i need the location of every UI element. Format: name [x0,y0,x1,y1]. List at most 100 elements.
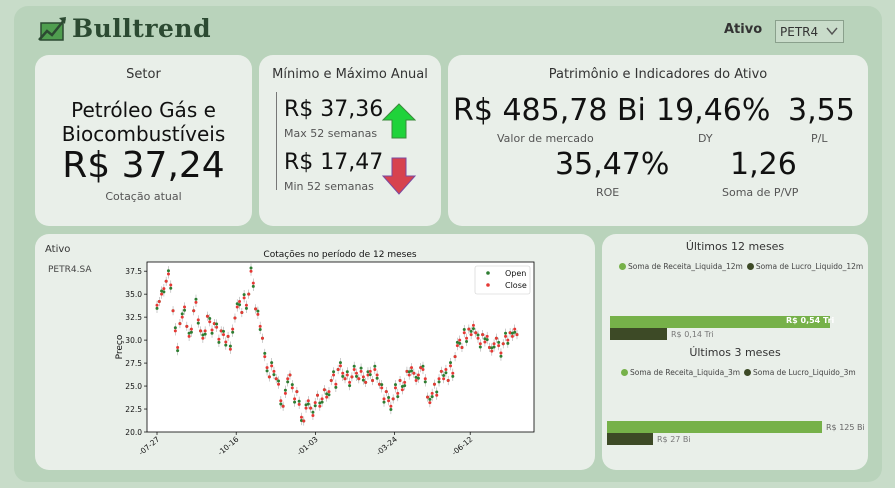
y-tick-label: 30.0 [125,336,142,345]
ultimos12-legend: Soma de Receita_Liquida_12m Soma de Lucr… [619,262,863,271]
open-point [416,376,420,380]
open-point [290,383,294,387]
close-point [316,393,320,397]
close-point [297,402,301,406]
close-point [226,334,230,338]
y-tick-label: 32.5 [125,313,142,322]
open-point [293,400,297,404]
open-point [327,393,331,397]
close-point [442,377,446,381]
open-point [183,308,187,312]
close-point [513,327,517,331]
close-point [483,340,487,344]
close-point [258,324,262,328]
close-point [458,338,462,342]
open-point [435,390,439,394]
open-point [465,339,469,343]
close-point [325,395,329,399]
close-point [439,369,443,373]
close-point [169,283,173,287]
min-52-value: R$ 17,47 [284,150,384,175]
close-point [176,345,180,349]
dy-label: DY [698,132,713,145]
close-point [173,329,177,333]
close-point [428,401,432,405]
close-point [364,380,368,384]
close-point [286,377,290,381]
receita-3m-bar[interactable] [607,421,822,433]
y-tick-label: 25.0 [125,382,142,391]
close-point [180,315,184,319]
lucro-12m-bar[interactable] [610,328,668,340]
close-point [242,296,246,300]
close-point [263,355,267,359]
open-point [166,269,170,273]
open-point [306,402,310,406]
legend-lucro-12m: Soma de Lucro_Liquido_12m [755,262,864,271]
close-point [478,342,482,346]
open-point [313,404,317,408]
open-point [389,407,393,411]
open-point [478,345,482,349]
open-point [217,340,221,344]
close-point [311,413,315,417]
open-point [334,385,338,389]
close-point [304,406,308,410]
open-point [430,395,434,399]
open-point [423,380,427,384]
close-point [497,344,501,348]
close-point [416,373,420,377]
close-point [199,329,203,333]
ativo-dropdown[interactable]: PETR4 [775,20,844,43]
close-point [373,368,377,372]
y-tick-label: 37.5 [125,267,142,276]
legend-receita-dot [619,263,626,270]
open-point [354,374,358,378]
sector-name-line2: Biocombustíveis [61,122,226,146]
lucro-3m-value: R$ 27 Bi [657,435,691,444]
open-point [442,373,446,377]
open-point [352,364,356,368]
close-point [389,404,393,408]
close-point [283,391,287,395]
close-point [451,371,455,375]
legend-receita-3m: Soma de Receita_Liquida_3m [630,368,741,377]
patrimonio-card: Patrimônio e Indicadores do Ativo R$ 485… [448,55,868,226]
close-point [350,375,354,379]
close-point [164,279,168,283]
open-point [410,369,414,373]
lucro-3m-bar[interactable] [607,433,654,445]
close-point [430,391,434,395]
open-point [469,329,473,333]
close-point [476,336,480,340]
setor-card: Setor Petróleo Gás e Biocombustíveis R$ … [35,55,252,226]
close-point [277,382,281,386]
pl-value: 3,55 [788,93,855,128]
close-point [221,333,225,337]
ativo-selected-value: PETR4 [780,24,819,39]
close-point [192,309,196,313]
arrow-down-icon [382,157,416,195]
close-point [318,404,322,408]
close-point [490,349,494,353]
close-point [354,371,358,375]
close-point [290,386,294,390]
close-point [244,303,248,307]
ultimos12-title: Últimos 12 meses [685,240,785,253]
open-point [155,306,159,310]
pl-label: P/L [811,132,828,145]
close-point [474,331,478,335]
open-point [332,370,336,374]
quotes-scatter-chart: Cotações no período de 12 meses Preço 20… [115,250,535,457]
close-point [341,371,345,375]
min-52-label: Min 52 semanas [284,180,374,193]
close-point [501,342,505,346]
market-cap-value: R$ 485,78 Bi [453,93,646,128]
lucro-12m-value: R$ 0,14 Tri [671,330,714,339]
close-point [299,415,303,419]
ticker-list-item[interactable]: PETR4.SA [48,265,92,275]
y-tick-label: 20.0 [125,428,142,437]
close-point [288,373,292,377]
open-point [341,374,345,378]
close-point [414,379,418,383]
